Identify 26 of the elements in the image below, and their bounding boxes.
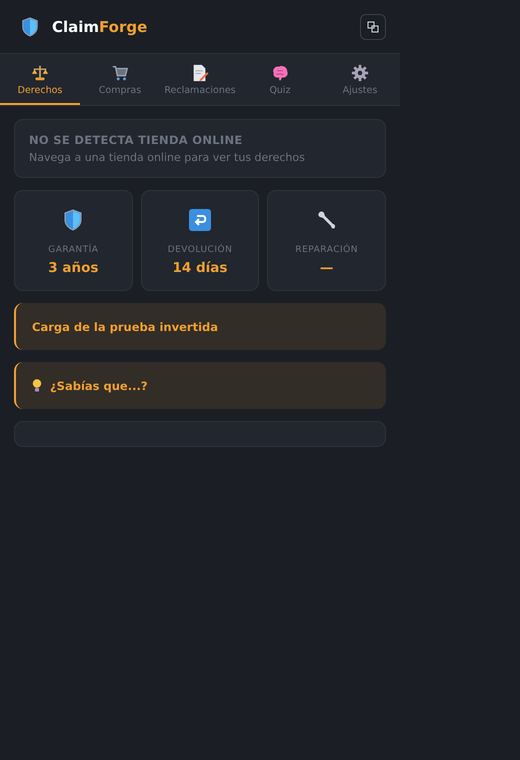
notice-text: Navega a una tienda online para ver tus derechos [29, 151, 306, 164]
stat-label: REPARACIÓN [295, 245, 358, 255]
shield-logo-icon [20, 16, 40, 36]
callout-text: ¿Sabías que...? [50, 378, 148, 392]
stat-value: 14 días [172, 260, 228, 276]
stat-value: 3 años [48, 260, 98, 276]
nav-tab[interactable]: Reclamaciones [160, 54, 240, 105]
brain-icon [271, 64, 289, 82]
cart-icon [111, 64, 129, 82]
popout-icon [367, 20, 379, 32]
stat-label: GARANTÍA [48, 245, 98, 255]
brand-name: ClaimForge [52, 18, 148, 36]
nav-tab[interactable]: Ajustes [320, 54, 400, 105]
stat-label: DEVOLUCIÓN [168, 245, 232, 255]
notice-title: NO SE DETECTA TIENDA ONLINE [29, 133, 244, 147]
stat-value: — [320, 260, 334, 276]
popout-button[interactable] [360, 14, 386, 40]
lightbulb-icon [32, 379, 42, 392]
nav-tab[interactable]: Compras [80, 54, 160, 105]
wrench-icon [316, 209, 338, 231]
scales-icon [31, 64, 49, 82]
shield-icon [62, 209, 84, 231]
nav-tab[interactable]: Quiz [240, 54, 320, 105]
document-pencil-icon [191, 64, 209, 82]
nav-tab[interactable]: Derechos [0, 54, 80, 105]
callout-text: Carga de la prueba invertida [32, 320, 218, 334]
